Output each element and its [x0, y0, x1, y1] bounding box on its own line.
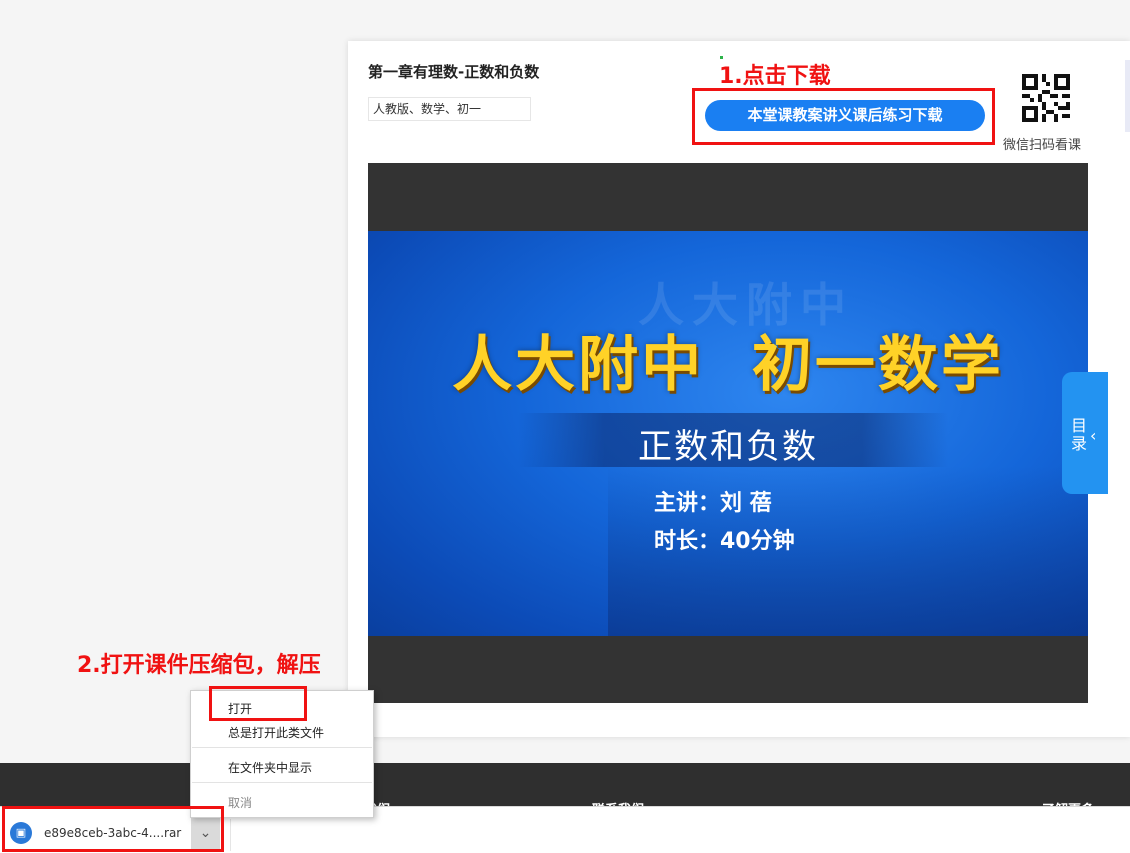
video-frame[interactable]: 人大附中 人大附中 初一数学 正数和负数 主讲：刘 蓓 时长：40分钟 — [368, 231, 1088, 636]
menu-item-always-open[interactable]: 总是打开此类文件 — [228, 724, 324, 741]
course-card: 第一章有理数-正数和负数 人教版、数学、初一 本堂课教案讲义课后练习下载 微信扫… — [348, 41, 1130, 737]
video-main-title: 人大附中 初一数学 — [452, 330, 1004, 400]
chevron-left-icon: ‹ — [1090, 426, 1097, 445]
video-lecturer: 主讲：刘 蓓 — [654, 491, 772, 516]
video-duration: 时长：40分钟 — [654, 529, 795, 554]
download-bar-divider — [230, 819, 231, 851]
highlight-download-button — [692, 88, 995, 145]
menu-divider — [192, 782, 372, 783]
menu-item-cancel[interactable]: 取消 — [228, 794, 252, 811]
qr-code-icon — [1022, 74, 1070, 122]
video-player[interactable]: 人大附中 人大附中 初一数学 正数和负数 主讲：刘 蓓 时长：40分钟 目录 ‹ — [368, 163, 1108, 703]
course-tag: 人教版、数学、初一 — [368, 97, 531, 121]
highlight-download-item — [2, 806, 224, 852]
annotation-step2: 2.打开课件压缩包，解压 — [77, 653, 321, 678]
highlight-open-item — [209, 686, 307, 721]
table-of-contents-tab[interactable]: 目录 ‹ — [1062, 372, 1108, 494]
annotation-step1: 1.点击下载 — [719, 64, 831, 89]
course-title: 第一章有理数-正数和负数 — [368, 63, 540, 81]
menu-item-show-in-folder[interactable]: 在文件夹中显示 — [228, 759, 312, 776]
toc-label: 目录 — [1071, 416, 1088, 453]
side-panel-edge — [1125, 60, 1130, 132]
video-subtitle: 正数和负数 — [638, 427, 818, 467]
menu-divider — [192, 747, 372, 748]
qr-label: 微信扫码看课 — [1003, 138, 1082, 153]
